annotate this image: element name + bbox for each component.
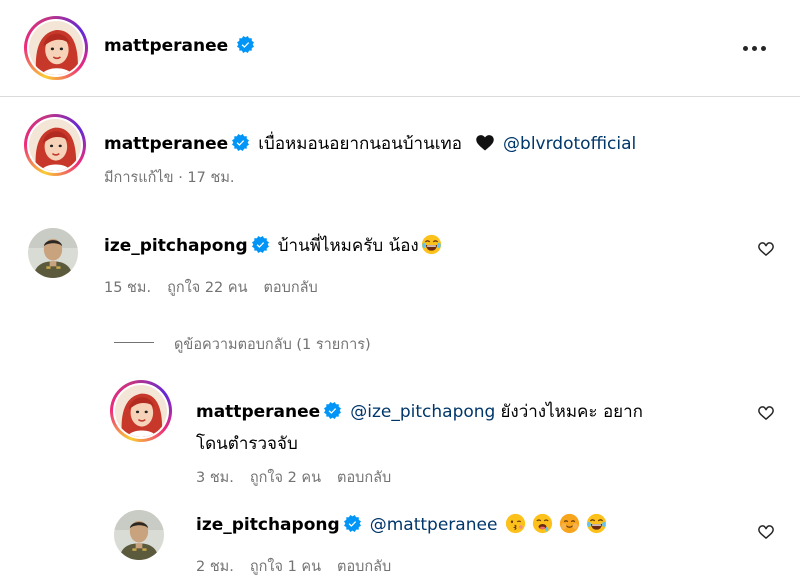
comment-avatar[interactable] [28,228,78,278]
like-heart-icon[interactable] [756,404,776,422]
caption-mention-link[interactable]: @blvrdotofficial [503,134,636,154]
reply-body: ize_pitchapong @mattperanee [196,513,607,535]
comment-meta: 15 ชม. ถูกใจ 22 คน ตอบกลับ [104,276,318,299]
avatar-image [29,119,81,171]
reply-button[interactable]: ตอบกลับ [264,280,318,296]
drooling-emoji-icon [532,513,553,534]
reply-mention-link[interactable]: @ize_pitchapong [350,402,495,422]
avatar-image [114,510,164,560]
author-avatar[interactable] [24,16,88,80]
caption-meta: มีการแก้ไข · 17 ชม. [104,170,235,186]
more-options-icon[interactable] [740,38,768,58]
verified-badge-icon [324,402,341,419]
comment-text: บ้านพี่ไหมครับ น้อง [277,236,419,256]
view-replies-divider [114,342,154,343]
reply-button[interactable]: ตอบกลับ [337,470,391,486]
like-heart-icon[interactable] [756,523,776,541]
avatar-image [29,21,83,75]
reply-time[interactable]: 3 ชม. [196,470,234,486]
avatar-image [115,385,167,437]
reply-text-line2: โดนตำรวจจับ [196,434,298,454]
caption-text: เบื่อหมอนอยากนอนบ้านเทอ [258,134,462,154]
avatar-image [28,228,78,278]
caption-avatar[interactable] [24,114,86,176]
like-heart-icon[interactable] [756,240,776,258]
comment-body: ize_pitchapong บ้านพี่ไหมครับ น้อง [104,232,442,259]
reply-mention-link[interactable]: @mattperanee [370,515,498,535]
reply-body: mattperanee @ize_pitchapong ยังว่างไหมคะ… [196,396,643,460]
reply-meta: 2 ชม. ถูกใจ 1 คน ตอบกลับ [196,555,391,578]
reply-username[interactable]: ize_pitchapong [196,515,340,535]
reply-meta: 3 ชม. ถูกใจ 2 คน ตอบกลับ [196,466,391,489]
reply-likes[interactable]: ถูกใจ 1 คน [250,559,321,575]
reply-avatar[interactable] [114,510,164,560]
reply-button[interactable]: ตอบกลับ [337,559,391,575]
view-replies-button[interactable]: ดูข้อความตอบกลับ (1 รายการ) [174,333,371,356]
laughing-tears-emoji-icon [586,513,607,534]
header-username-row: mattperanee [104,36,254,56]
verified-badge-icon [232,134,249,151]
post-header: mattperanee [0,0,800,97]
black-heart-icon [475,133,495,153]
caption-username[interactable]: mattperanee [104,134,228,154]
caption: mattperanee เบื่อหมอนอยากนอนบ้านเทอ @blv… [104,130,636,157]
reply-text-line1: ยังว่างไหมคะ อยาก [500,402,643,422]
comment-likes[interactable]: ถูกใจ 22 คน [167,280,247,296]
comment-time[interactable]: 15 ชม. [104,280,151,296]
reply-likes[interactable]: ถูกใจ 2 คน [250,470,321,486]
header-username[interactable]: mattperanee [104,36,228,56]
laughing-tears-emoji-icon [421,234,442,255]
verified-badge-icon [344,515,361,532]
reply-time[interactable]: 2 ชม. [196,559,234,575]
comment-username[interactable]: ize_pitchapong [104,236,248,256]
kissing-emoji-icon [505,513,526,534]
verified-badge-icon [252,236,269,253]
instagram-post-comments: mattperanee mattperanee เบื่อหมอนอยากนอน… [0,0,800,584]
reply-avatar[interactable] [110,380,172,442]
reply-username[interactable]: mattperanee [196,402,320,422]
blushing-emoji-icon [559,513,580,534]
verified-badge-icon [237,36,254,53]
